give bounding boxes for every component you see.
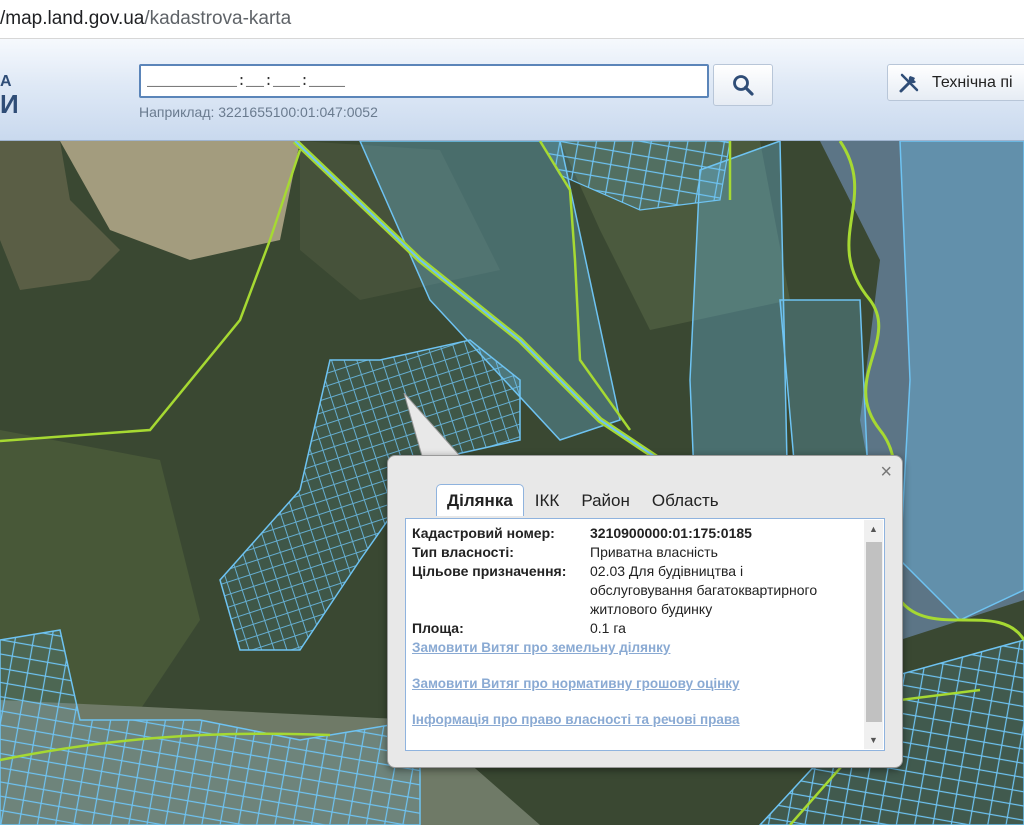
scrollbar-thumb[interactable] <box>866 542 882 722</box>
technical-support-label: Технічна пі <box>932 73 1013 91</box>
tools-icon <box>899 73 919 92</box>
field-label: Тип власності: <box>412 544 514 560</box>
search-icon <box>733 75 754 96</box>
area-row: Площа: 0.1 га <box>412 619 818 638</box>
ownership-rights-info-link[interactable]: Інформація про право власності та речові… <box>412 712 740 727</box>
browser-address-bar[interactable]: /map.land.gov.ua/kadastrova-karta <box>0 0 1024 39</box>
purpose-value: 02.03 Для будівництва і обслуговування б… <box>590 563 818 617</box>
scroll-up-arrow-icon[interactable]: ▲ <box>864 524 883 534</box>
field-label: Площа: <box>412 620 464 636</box>
popup-tabs: Ділянка ІКК Район Область <box>436 483 730 516</box>
site-logo-line2: И <box>0 89 19 119</box>
scroll-down-arrow-icon[interactable]: ▼ <box>864 735 883 745</box>
tab-region[interactable]: Область <box>641 487 730 515</box>
tab-district[interactable]: Район <box>570 487 641 515</box>
parcel-info-popup: × Ділянка ІКК Район Область Кадастровий … <box>387 455 903 768</box>
parcel-info-panel: Кадастровий номер: 3210900000:01:175:018… <box>405 518 885 751</box>
url-text[interactable]: /map.land.gov.ua/kadastrova-karta <box>0 8 291 30</box>
url-host: /map.land.gov.ua <box>0 8 145 29</box>
field-label: Цільове призначення: <box>412 563 567 579</box>
search-button[interactable] <box>713 64 773 106</box>
ownership-type-row: Тип власності: Приватна власність <box>412 543 818 562</box>
ownership-type-value: Приватна власність <box>590 544 718 560</box>
cadastral-number-value: 3210900000:01:175:0185 <box>590 525 752 541</box>
technical-support-button[interactable]: Технічна пі <box>887 64 1024 101</box>
order-valuation-extract-link[interactable]: Замовити Витяг про нормативну грошову оц… <box>412 676 740 691</box>
purpose-row: Цільове призначення: 02.03 Для будівницт… <box>412 562 818 619</box>
cadastral-search-input[interactable] <box>139 64 709 98</box>
parcel-details-table: Кадастровий номер: 3210900000:01:175:018… <box>412 524 818 638</box>
order-land-extract-link[interactable]: Замовити Витяг про земельну ділянку <box>412 640 670 655</box>
area-value: 0.1 га <box>590 620 626 636</box>
url-path: /kadastrova-karta <box>144 8 292 29</box>
field-label: Кадастровий номер: <box>412 525 555 541</box>
panel-scrollbar[interactable]: ▲ ▼ <box>864 520 883 749</box>
search-example-hint: Наприклад: 3221655100:01:047:0052 <box>139 104 378 120</box>
tab-parcel[interactable]: Ділянка <box>436 484 524 516</box>
tab-ikk[interactable]: ІКК <box>524 487 571 515</box>
cadastral-number-row: Кадастровий номер: 3210900000:01:175:018… <box>412 524 818 543</box>
close-popup-button[interactable]: × <box>880 462 892 482</box>
popup-pointer <box>403 393 462 457</box>
